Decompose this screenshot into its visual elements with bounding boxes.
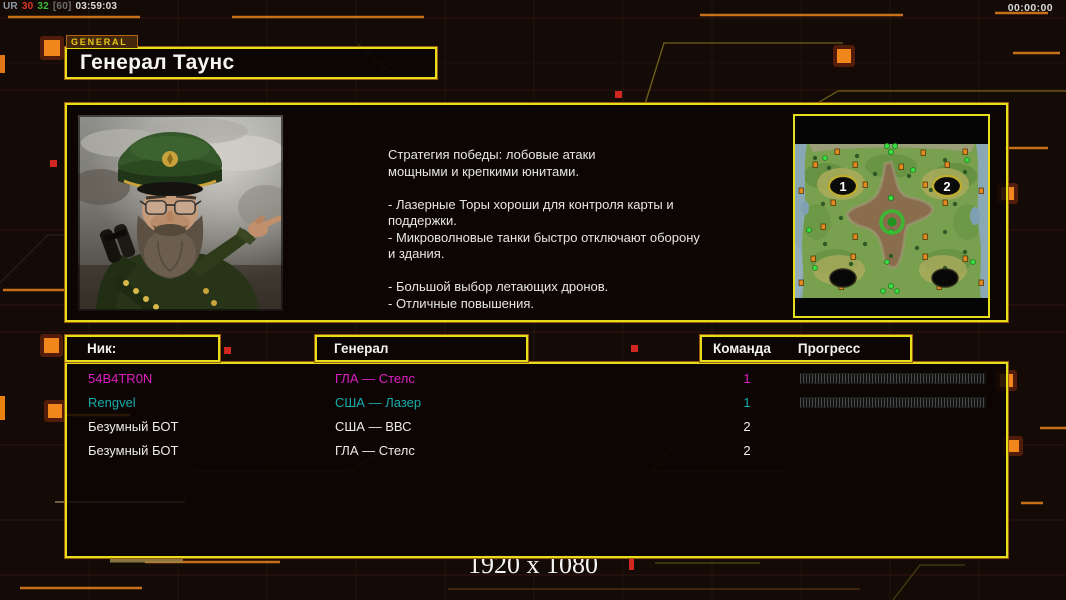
edge-tabs [0, 55, 5, 420]
general-portrait [78, 115, 283, 311]
player-general: США — Лазер [335, 395, 422, 410]
players-table: 54B4TR0N ГЛА — Стелс 1 Rengvel США — Лаз… [64, 361, 1009, 559]
table-row: Безумный БОТ США — ВВС 2 [67, 416, 1006, 440]
header-general: Генерал [314, 334, 529, 363]
debug-label: UR [3, 1, 18, 12]
loading-screen: UR 30 32 [60] 03:59:03 00:00:00 GENERAL Гене… [0, 0, 1066, 600]
table-row: 54B4TR0N ГЛА — Стелс 1 [67, 368, 1006, 392]
player-nick: 54B4TR0N [88, 371, 153, 386]
map-preview: 1 2 [793, 114, 990, 318]
player-general: ГЛА — Стелс [335, 371, 415, 386]
player-general: США — ВВС [335, 419, 412, 434]
header-general-label: Генерал [334, 341, 389, 356]
header-progress-label: Прогресс [797, 341, 861, 356]
general-name: Генерал Таунс [80, 51, 235, 74]
start-position-empty-left [829, 268, 857, 288]
svg-text:1: 1 [839, 179, 846, 194]
map-preview-image: 1 2 [795, 116, 988, 316]
strategy-text: Стратегия победы: лобовые атаки мощными … [388, 147, 700, 311]
player-team: 2 [743, 419, 751, 434]
general-tag: GENERAL [66, 35, 138, 48]
general-portrait-image [78, 115, 283, 311]
start-position-1: 1 [827, 174, 859, 198]
debug-readout: UR 30 32 [60] 03:59:03 [3, 1, 121, 12]
debug-value-1: 30 [21, 1, 34, 12]
player-team: 2 [743, 443, 751, 458]
player-nick: Безумный БОТ [88, 443, 179, 458]
header-team-progress: Команда Прогресс [699, 334, 913, 363]
header-nick: Ник: [64, 334, 221, 363]
debug-value-3: [60] [52, 1, 72, 12]
header-nick-label: Ник: [87, 341, 117, 356]
player-nick: Rengvel [88, 395, 136, 410]
svg-text:2: 2 [943, 179, 950, 194]
table-row: Rengvel США — Лазер 1 [67, 392, 1006, 416]
start-position-empty-right [931, 268, 959, 288]
player-general: ГЛА — Стелс [335, 443, 415, 458]
header-team-label: Команда [713, 341, 771, 356]
progress-bar [800, 373, 986, 384]
start-position-2: 2 [931, 174, 963, 198]
player-team: 1 [743, 395, 751, 410]
debug-value-2: 32 [37, 1, 49, 12]
debug-time: 03:59:03 [75, 1, 118, 12]
player-team: 1 [743, 371, 751, 386]
table-row: Безумный БОТ ГЛА — Стелс 2 [67, 440, 1006, 464]
progress-bar [800, 397, 986, 408]
general-title-box: Генерал Таунс [64, 46, 438, 80]
match-timer: 00:00:00 [1007, 2, 1053, 14]
player-nick: Безумный БОТ [88, 419, 179, 434]
